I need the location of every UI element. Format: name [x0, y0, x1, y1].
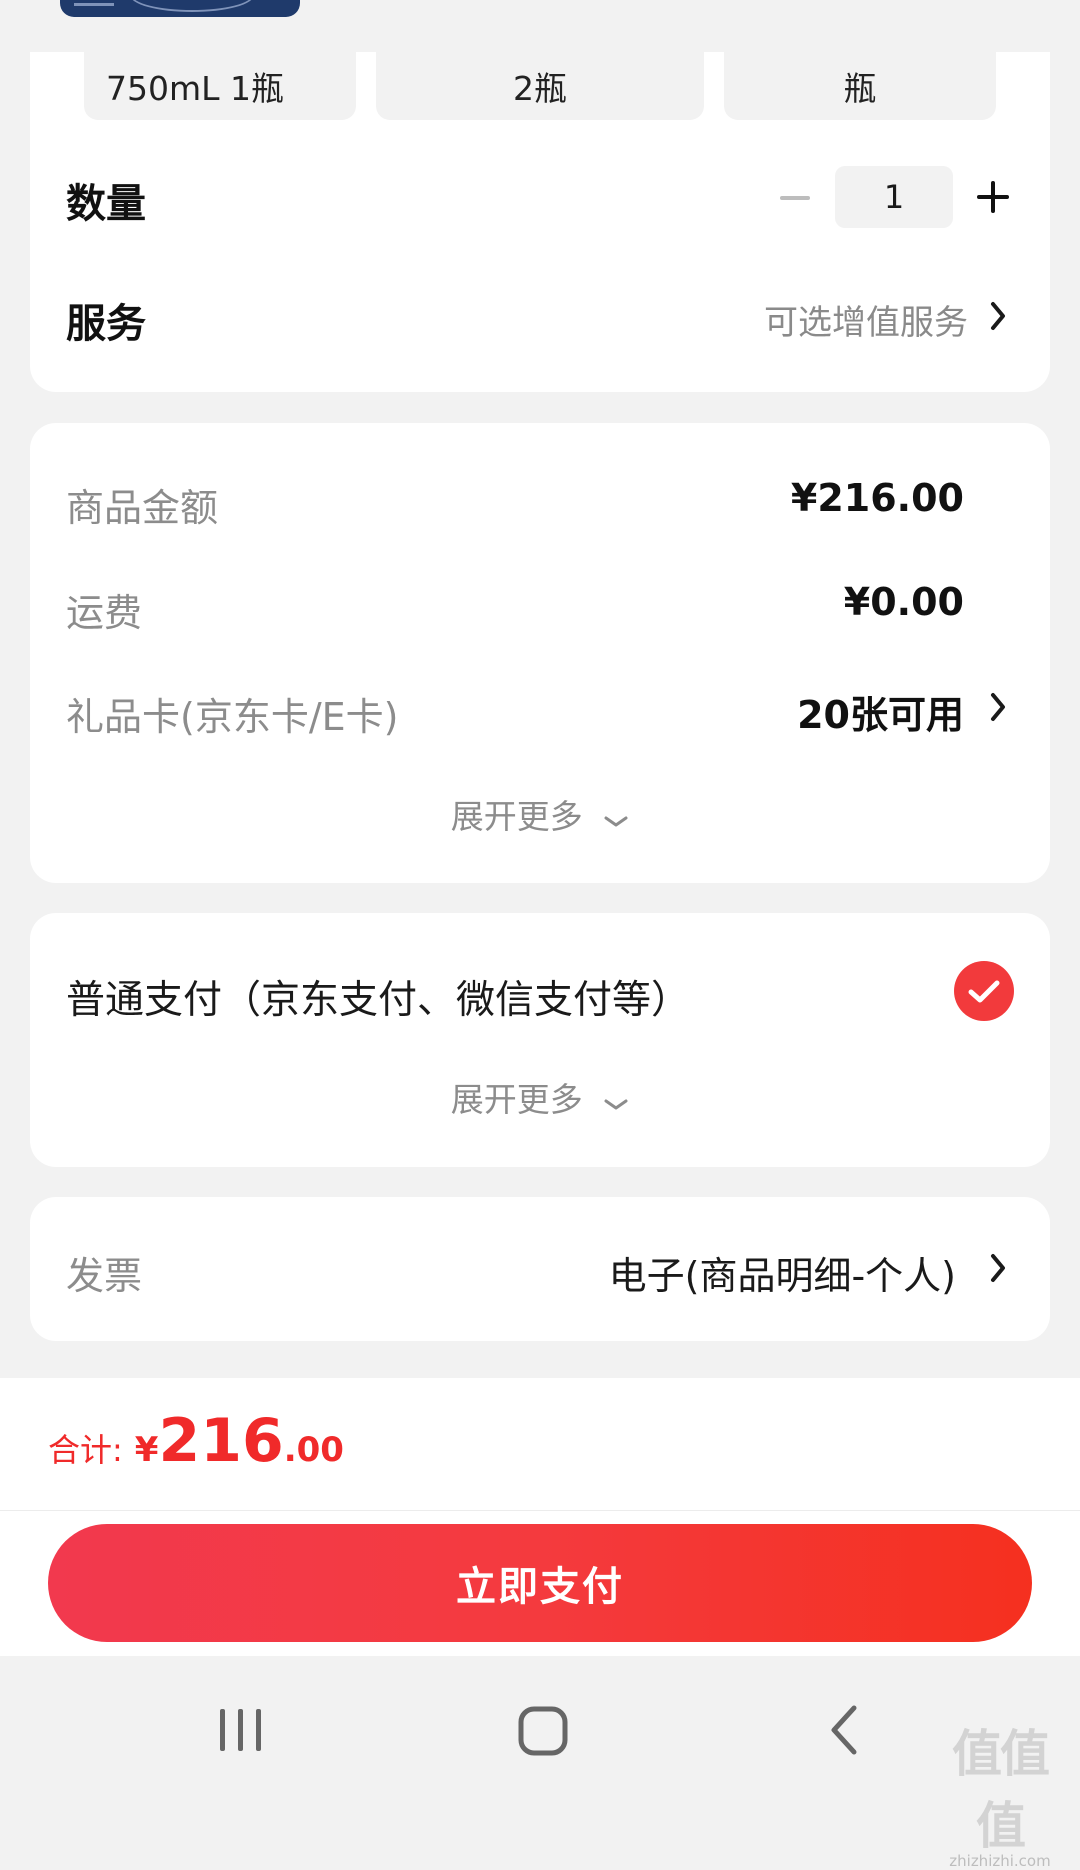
quantity-input[interactable]: 1 [835, 166, 953, 228]
spec-option-label: 750mL 1瓶 [106, 69, 285, 108]
chevron-down-icon [603, 1082, 629, 1121]
spec-option-label: 2瓶 [513, 69, 567, 108]
quantity-label: 数量 [66, 181, 146, 227]
order-total: 合计: ¥216.00 [48, 1406, 344, 1476]
recent-apps-icon[interactable] [218, 1706, 264, 1758]
expand-more-label: 展开更多 [450, 1080, 583, 1119]
total-integer: 216 [158, 1406, 284, 1476]
spec-option-750ml[interactable]: 750mL 1瓶 [84, 52, 356, 120]
shipping-value: ¥0.00 [843, 580, 964, 624]
service-label: 服务 [66, 301, 146, 347]
amount-expand-more[interactable]: 展开更多 [30, 790, 1050, 838]
chevron-right-icon[interactable] [988, 690, 1010, 724]
expand-more-label: 展开更多 [450, 797, 583, 836]
watermark-main: 值值值 [952, 1725, 1050, 1855]
gift-card-label: 礼品卡(京东卡/E卡) [66, 695, 399, 739]
product-image [60, 0, 300, 17]
payment-selected-check-icon[interactable] [954, 961, 1014, 1021]
goods-amount-value: ¥216.00 [790, 476, 964, 520]
watermark: 值值值 zhizhizhi.com [930, 1714, 1070, 1870]
system-navigation-bar [0, 1656, 1080, 1799]
payment-expand-more[interactable]: 展开更多 [30, 1073, 1050, 1121]
home-icon[interactable] [518, 1706, 568, 1760]
payment-card [30, 913, 1050, 1167]
total-decimal: .00 [283, 1430, 344, 1470]
watermark-sub: zhizhizhi.com [949, 1852, 1051, 1870]
spec-option-label: 瓶 [843, 69, 877, 108]
back-icon[interactable] [828, 1704, 860, 1760]
spec-option-3[interactable]: 瓶 [724, 52, 996, 120]
goods-amount-label: 商品金额 [66, 486, 219, 530]
divider [0, 1510, 1080, 1511]
quantity-increase-button[interactable] [977, 181, 1009, 213]
quantity-value: 1 [883, 178, 905, 216]
total-label: 合计: [48, 1431, 123, 1469]
service-value[interactable]: 可选增值服务 [764, 295, 968, 344]
pay-now-button[interactable]: 立即支付 [48, 1524, 1032, 1642]
shipping-label: 运费 [66, 591, 143, 635]
payment-method-label[interactable]: 普通支付（京东支付、微信支付等） [66, 969, 690, 1025]
chevron-down-icon [603, 799, 629, 838]
chevron-right-icon[interactable] [988, 1251, 1010, 1285]
gift-card-value[interactable]: 20张可用 [797, 684, 964, 739]
total-currency: ¥ [134, 1430, 159, 1470]
invoice-value[interactable]: 电子(商品明细-个人) [609, 1245, 956, 1300]
chevron-right-icon[interactable] [988, 299, 1010, 333]
spec-option-2[interactable]: 2瓶 [376, 52, 704, 120]
invoice-label: 发票 [66, 1254, 143, 1298]
quantity-decrease-button[interactable] [780, 196, 810, 200]
